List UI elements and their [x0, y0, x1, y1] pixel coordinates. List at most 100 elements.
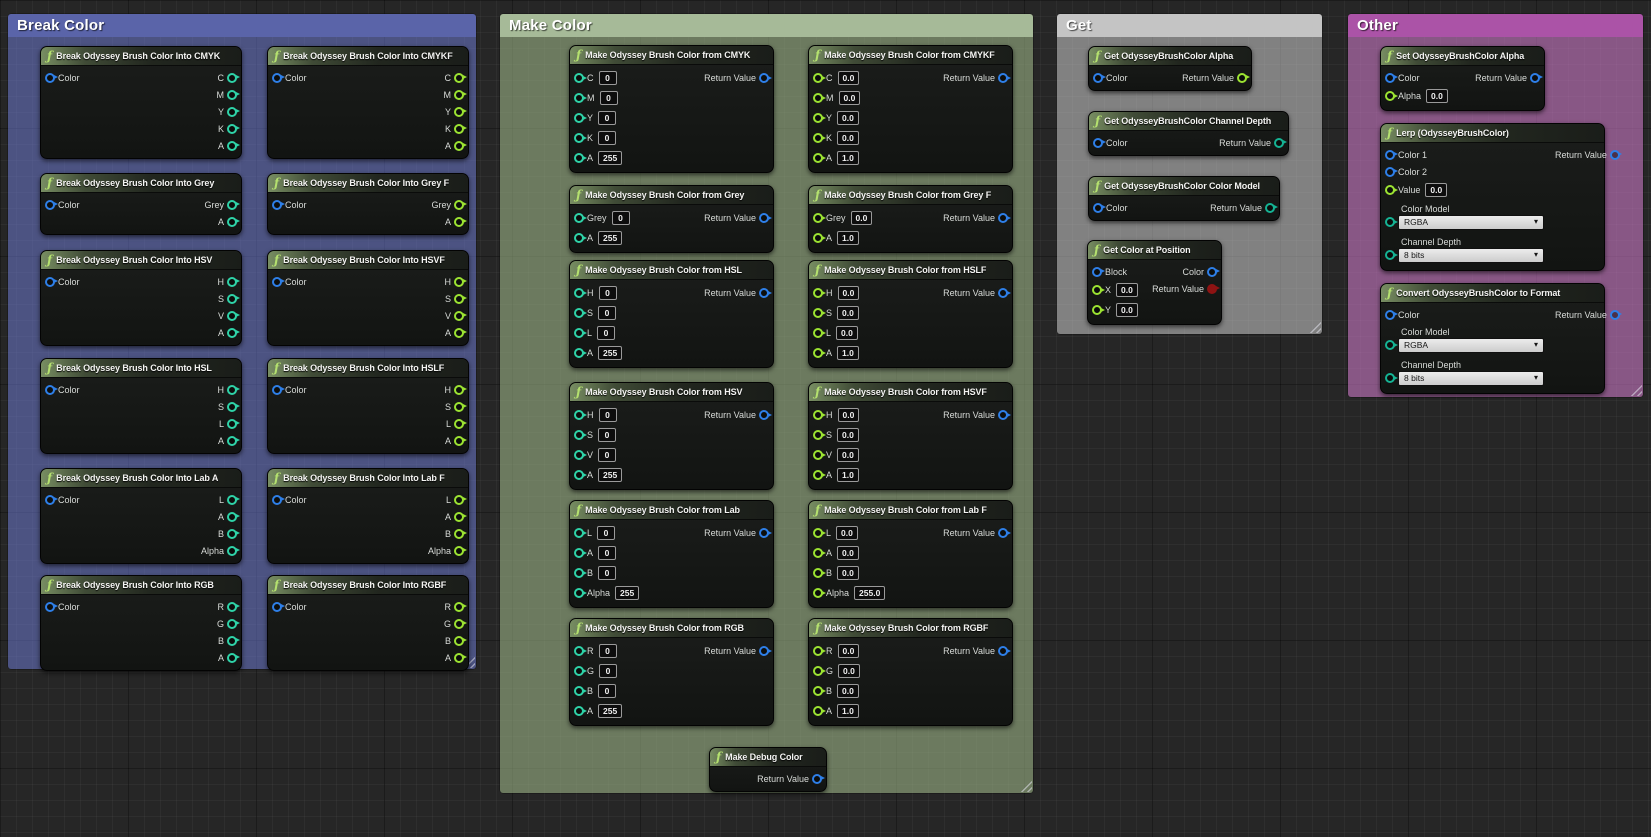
output-pin-a[interactable]	[227, 652, 240, 663]
input-pin-k[interactable]	[574, 133, 587, 143]
pin-value-input[interactable]: 0	[598, 684, 617, 698]
node-header[interactable]: ƒ Make Odyssey Brush Color from Grey	[570, 186, 773, 205]
output-pin-g[interactable]	[227, 618, 240, 629]
output-pin-h[interactable]	[227, 384, 240, 395]
input-pin-h[interactable]	[574, 288, 587, 298]
input-pin-color[interactable]	[1093, 137, 1106, 148]
output-pin-a[interactable]	[454, 140, 467, 151]
output-pin-s[interactable]	[227, 293, 240, 304]
node-header[interactable]: ƒ Make Odyssey Brush Color from CMYKF	[809, 46, 1012, 65]
input-pin-c[interactable]	[574, 73, 587, 83]
node-header[interactable]: ƒ Break Odyssey Brush Color Into CMYKF	[268, 47, 468, 66]
input-pin-s[interactable]	[813, 308, 826, 318]
output-pin-color[interactable]	[1207, 266, 1220, 277]
output-pin-s[interactable]	[454, 293, 467, 304]
input-pin-grey[interactable]	[574, 213, 587, 223]
input-pin-h[interactable]	[574, 410, 587, 420]
pin-value-input[interactable]: 0.0	[837, 306, 859, 320]
output-pin-s[interactable]	[454, 401, 467, 412]
blueprint-node-set-odysseybrushcolor-alpha[interactable]: ƒ Set OdysseyBrushColor Alpha Color Alpha 0.…	[1380, 46, 1545, 111]
blueprint-node-get-odysseybrushcolor-color-model[interactable]: ƒ Get OdysseyBrushColor Color Model Color R…	[1088, 176, 1280, 221]
blueprint-node-make-odyssey-brush-color-from-cmyk[interactable]: ƒ Make Odyssey Brush Color from CMYK C 0 M 0 Y…	[569, 45, 774, 173]
input-pin-b[interactable]	[574, 568, 587, 578]
input-pin-color[interactable]	[272, 276, 285, 287]
pin-value-input[interactable]: 0.0	[837, 131, 859, 145]
pin-value-input[interactable]: 0.0	[837, 566, 859, 580]
input-pin-a[interactable]	[813, 706, 826, 716]
node-header[interactable]: ƒ Get OdysseyBrushColor Channel Depth	[1089, 112, 1288, 131]
pin-value-input[interactable]: 255	[615, 586, 640, 600]
blueprint-node-make-odyssey-brush-color-from-hsl[interactable]: ƒ Make Odyssey Brush Color from HSL H 0 S 0 L 0…	[569, 260, 774, 368]
node-header[interactable]: ƒ Break Odyssey Brush Color Into CMYK	[41, 47, 241, 66]
output-pin-return-value[interactable]	[1609, 149, 1623, 160]
node-header[interactable]: ƒ Make Odyssey Brush Color from HSLF	[809, 261, 1012, 280]
node-header[interactable]: ƒ Get Color at Position	[1088, 241, 1221, 260]
blueprint-node-make-debug-color[interactable]: ƒ Make Debug Color Return Value	[709, 747, 827, 792]
blueprint-node-break-odyssey-brush-color-into-cmyk[interactable]: ƒ Break Odyssey Brush Color Into CMYK Colo…	[40, 46, 242, 159]
node-header[interactable]: ƒ Make Debug Color	[710, 748, 826, 767]
output-pin-b[interactable]	[227, 635, 240, 646]
blueprint-node-break-odyssey-brush-color-into-rgbf[interactable]: ƒ Break Odyssey Brush Color Into RGBF Colo…	[267, 575, 469, 671]
blueprint-node-convert-odysseybrushcolor-to-format[interactable]: ƒ Convert OdysseyBrushColor to Format Colo…	[1380, 283, 1623, 394]
output-pin-v[interactable]	[454, 310, 467, 321]
node-header[interactable]: ƒ Break Odyssey Brush Color Into HSV	[41, 251, 241, 270]
output-pin-grey[interactable]	[227, 199, 240, 210]
node-header[interactable]: ƒ Set OdysseyBrushColor Alpha	[1381, 47, 1544, 66]
input-pin-b[interactable]	[574, 686, 587, 696]
pin-value-input[interactable]: 0	[598, 448, 617, 462]
output-pin-a[interactable]	[454, 216, 467, 227]
pin-value-input[interactable]: 0	[599, 91, 618, 105]
blueprint-node-break-odyssey-brush-color-into-lab-a[interactable]: ƒ Break Odyssey Brush Color Into Lab A Col…	[40, 468, 242, 564]
pin-value-input[interactable]: 1.0	[837, 151, 859, 165]
pin-value-input[interactable]: 1.0	[837, 231, 859, 245]
input-pin-block[interactable]	[1092, 266, 1105, 277]
pin-value-input[interactable]: 0	[597, 526, 616, 540]
input-pin-b[interactable]	[813, 568, 826, 578]
blueprint-node-make-odyssey-brush-color-from-hslf[interactable]: ƒ Make Odyssey Brush Color from HSLF H 0.0 S…	[808, 260, 1013, 368]
output-pin-a[interactable]	[227, 140, 240, 151]
input-pin-color[interactable]	[272, 384, 285, 395]
node-header[interactable]: ƒ Break Odyssey Brush Color Into HSVF	[268, 251, 468, 270]
output-pin-alpha[interactable]	[454, 545, 467, 556]
blueprint-node-get-color-at-position[interactable]: ƒ Get Color at Position Block X 0.0 Y 0.0 Color…	[1087, 240, 1222, 325]
input-pin-color-1[interactable]	[1385, 149, 1398, 160]
pin-value-input[interactable]: 0.0	[837, 546, 859, 560]
input-pin-alpha[interactable]	[813, 588, 826, 598]
node-header[interactable]: ƒ Make Odyssey Brush Color from HSV	[570, 383, 773, 402]
input-pin-c[interactable]	[813, 73, 826, 83]
node-header[interactable]: ƒ Break Odyssey Brush Color Into Lab F	[268, 469, 468, 488]
pin-value-input[interactable]: 0.0	[837, 408, 860, 422]
pin-value-input[interactable]: 0	[599, 664, 618, 678]
input-pin-a[interactable]	[574, 348, 587, 358]
output-pin-l[interactable]	[454, 418, 467, 429]
blueprint-node-break-odyssey-brush-color-into-rgb[interactable]: ƒ Break Odyssey Brush Color Into RGB Color…	[40, 575, 242, 671]
output-pin-return-value[interactable]	[998, 213, 1011, 223]
input-pin-color-model[interactable]	[1385, 217, 1398, 227]
pin-value-input[interactable]: 0	[597, 326, 616, 340]
output-pin-return-value[interactable]	[1530, 72, 1543, 83]
output-pin-a[interactable]	[227, 327, 240, 338]
output-pin-a[interactable]	[454, 435, 467, 446]
pin-value-input[interactable]: 0.0	[1425, 183, 1448, 197]
output-pin-h[interactable]	[454, 276, 467, 287]
output-pin-b[interactable]	[454, 528, 467, 539]
input-pin-s[interactable]	[574, 308, 587, 318]
input-pin-g[interactable]	[574, 666, 587, 676]
blueprint-node-break-odyssey-brush-color-into-grey[interactable]: ƒ Break Odyssey Brush Color Into Grey Colo…	[40, 173, 242, 235]
pin-value-input[interactable]: 0.0	[850, 211, 873, 225]
node-header[interactable]: ƒ Break Odyssey Brush Color Into Lab A	[41, 469, 241, 488]
input-pin-color[interactable]	[272, 72, 285, 83]
input-pin-l[interactable]	[813, 528, 826, 538]
input-pin-a[interactable]	[574, 233, 587, 243]
pin-value-input[interactable]: 0.0	[1426, 89, 1448, 103]
pin-value-input[interactable]: 0	[611, 211, 630, 225]
input-pin-x[interactable]	[1092, 285, 1105, 295]
input-pin-color[interactable]	[1093, 72, 1106, 83]
pin-value-input[interactable]: 0.0	[837, 111, 859, 125]
comment-group-header[interactable]: Other	[1348, 14, 1643, 37]
pin-value-input[interactable]: 0	[598, 286, 617, 300]
input-pin-k[interactable]	[813, 133, 826, 143]
comment-group-header[interactable]: Get	[1057, 14, 1322, 37]
output-pin-a[interactable]	[454, 511, 467, 522]
blueprint-node-break-odyssey-brush-color-into-lab-f[interactable]: ƒ Break Odyssey Brush Color Into Lab F Col…	[267, 468, 469, 564]
